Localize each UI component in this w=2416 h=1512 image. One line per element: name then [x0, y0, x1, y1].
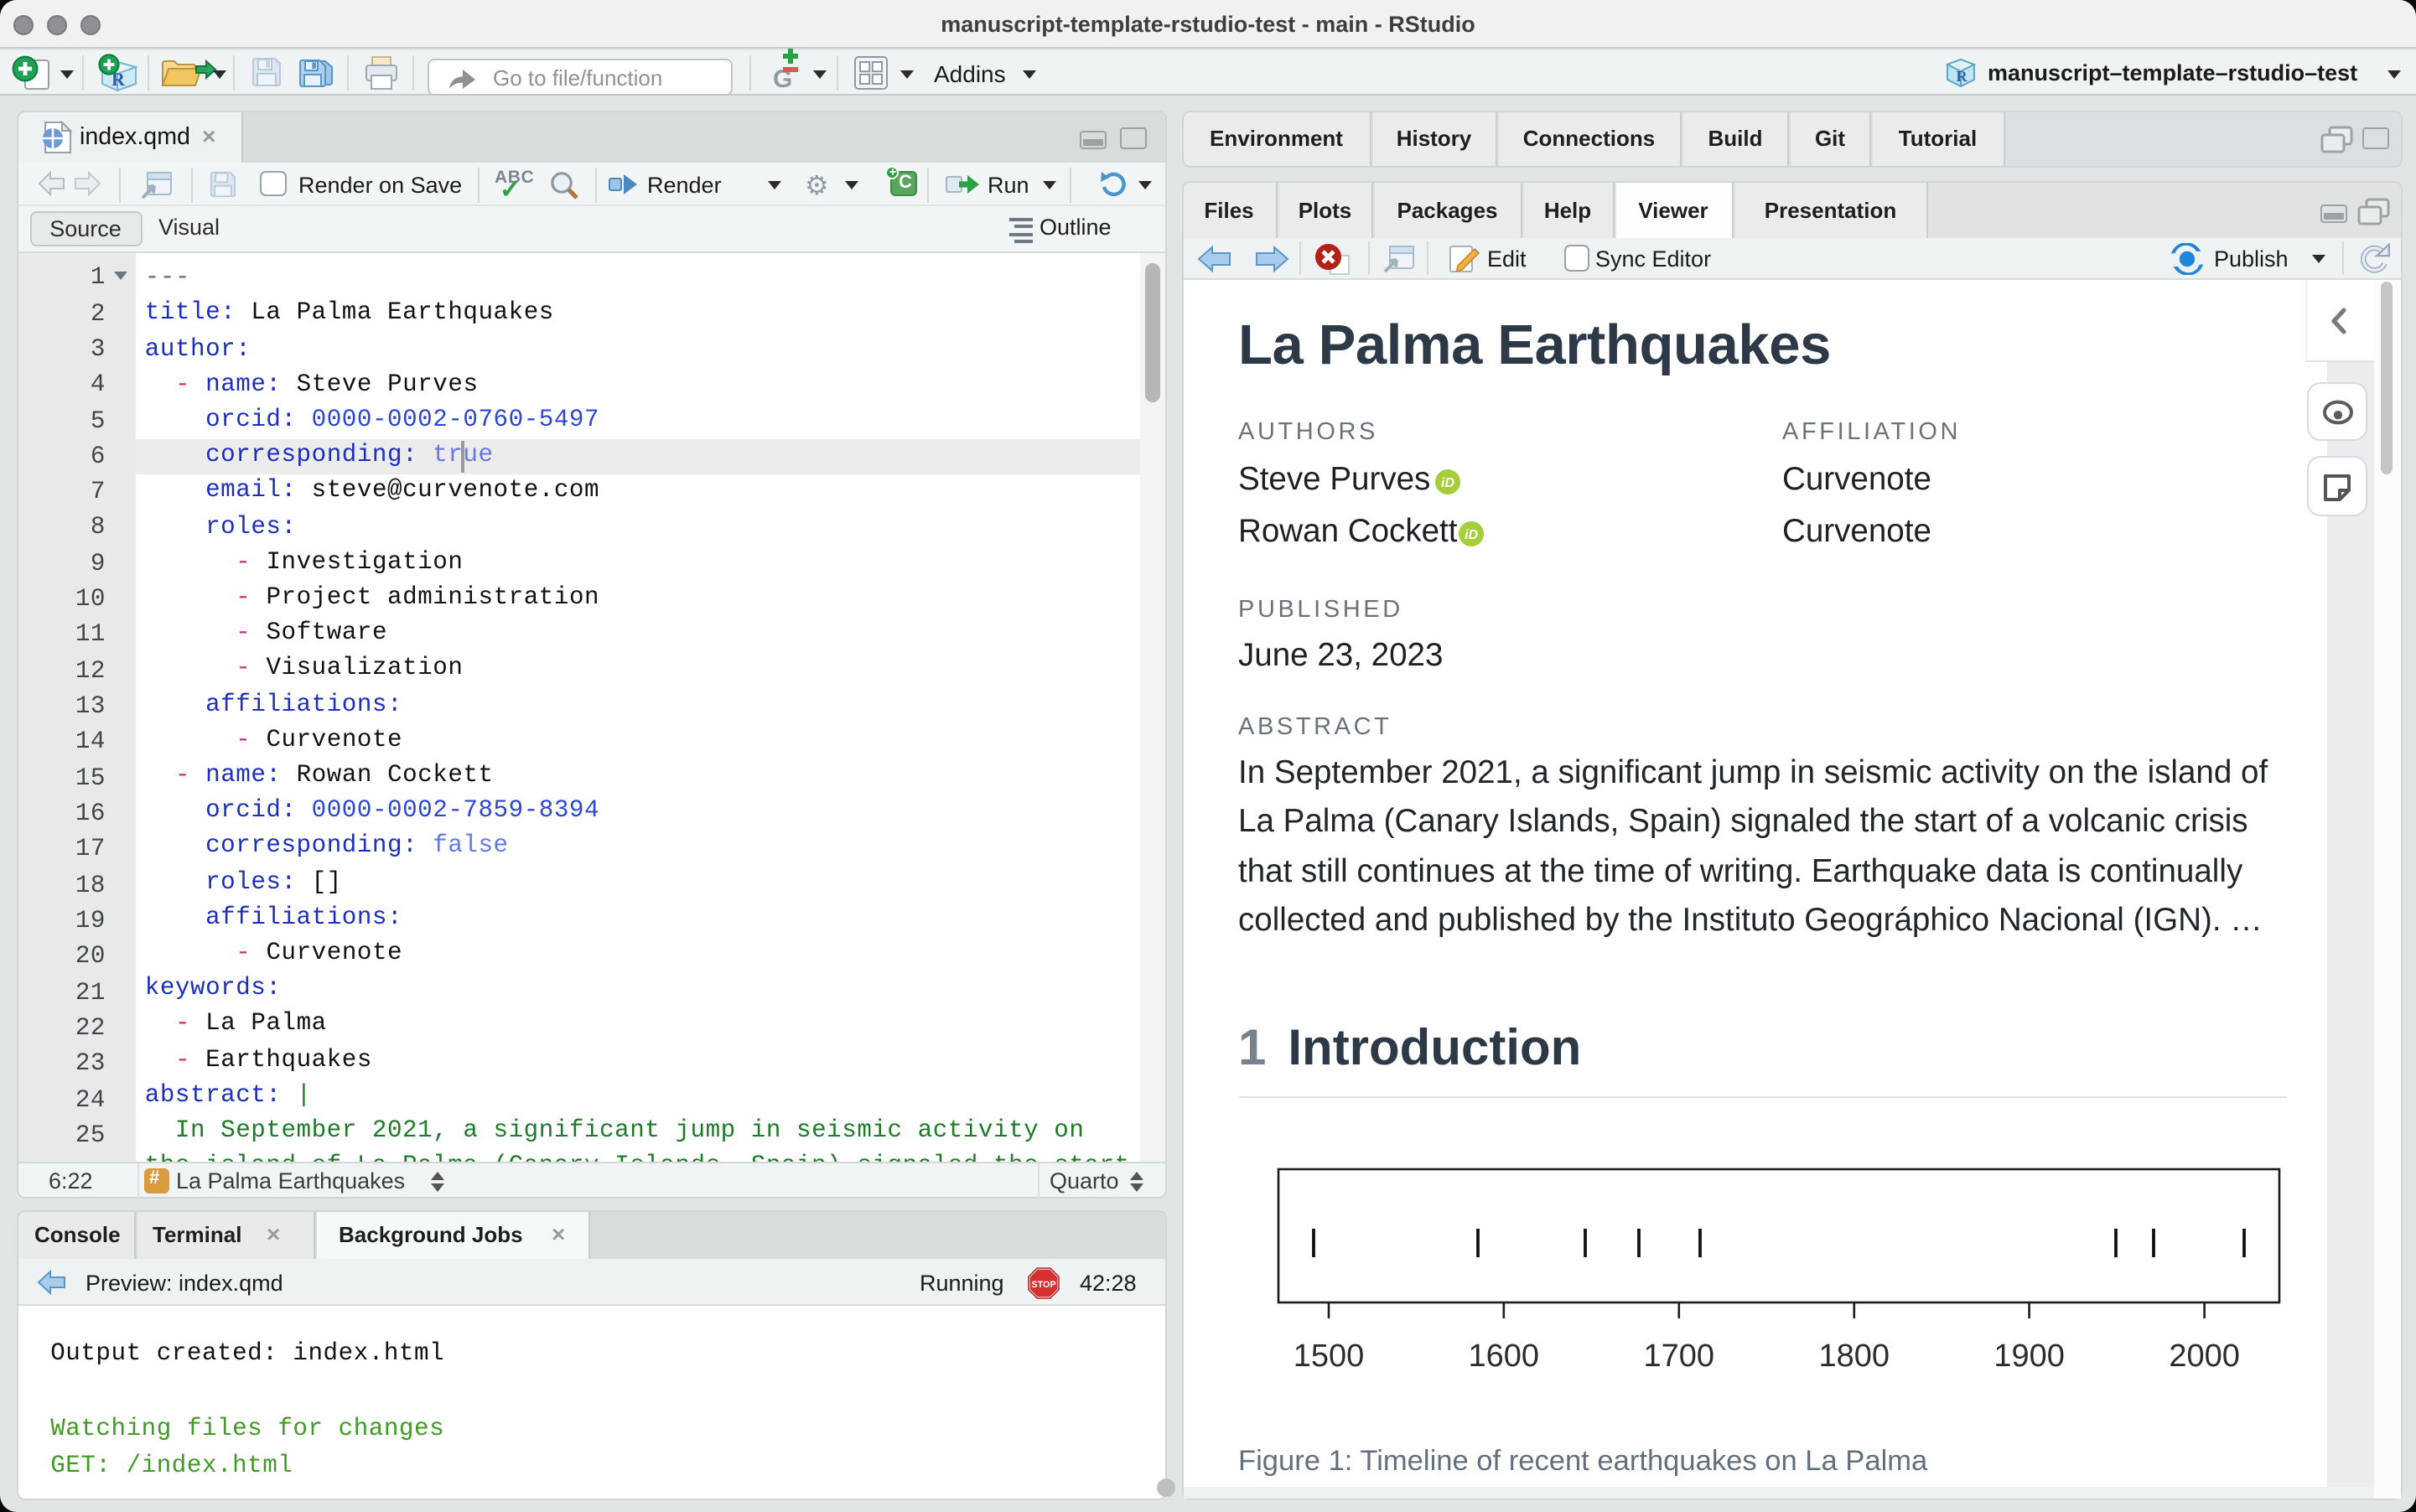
- svg-text:1800: 1800: [1818, 1339, 1890, 1373]
- svg-text:STOP: STOP: [1031, 1279, 1055, 1289]
- svg-text:iD: iD: [1441, 475, 1454, 489]
- svg-text:1600: 1600: [1468, 1339, 1539, 1373]
- svg-text:1700: 1700: [1643, 1339, 1714, 1373]
- svg-text:2000: 2000: [2168, 1339, 2239, 1373]
- svg-text:1900: 1900: [1993, 1339, 2064, 1373]
- svg-text:R: R: [1957, 67, 1968, 84]
- svg-text:1500: 1500: [1293, 1339, 1364, 1373]
- svg-text:iD: iD: [1464, 527, 1477, 541]
